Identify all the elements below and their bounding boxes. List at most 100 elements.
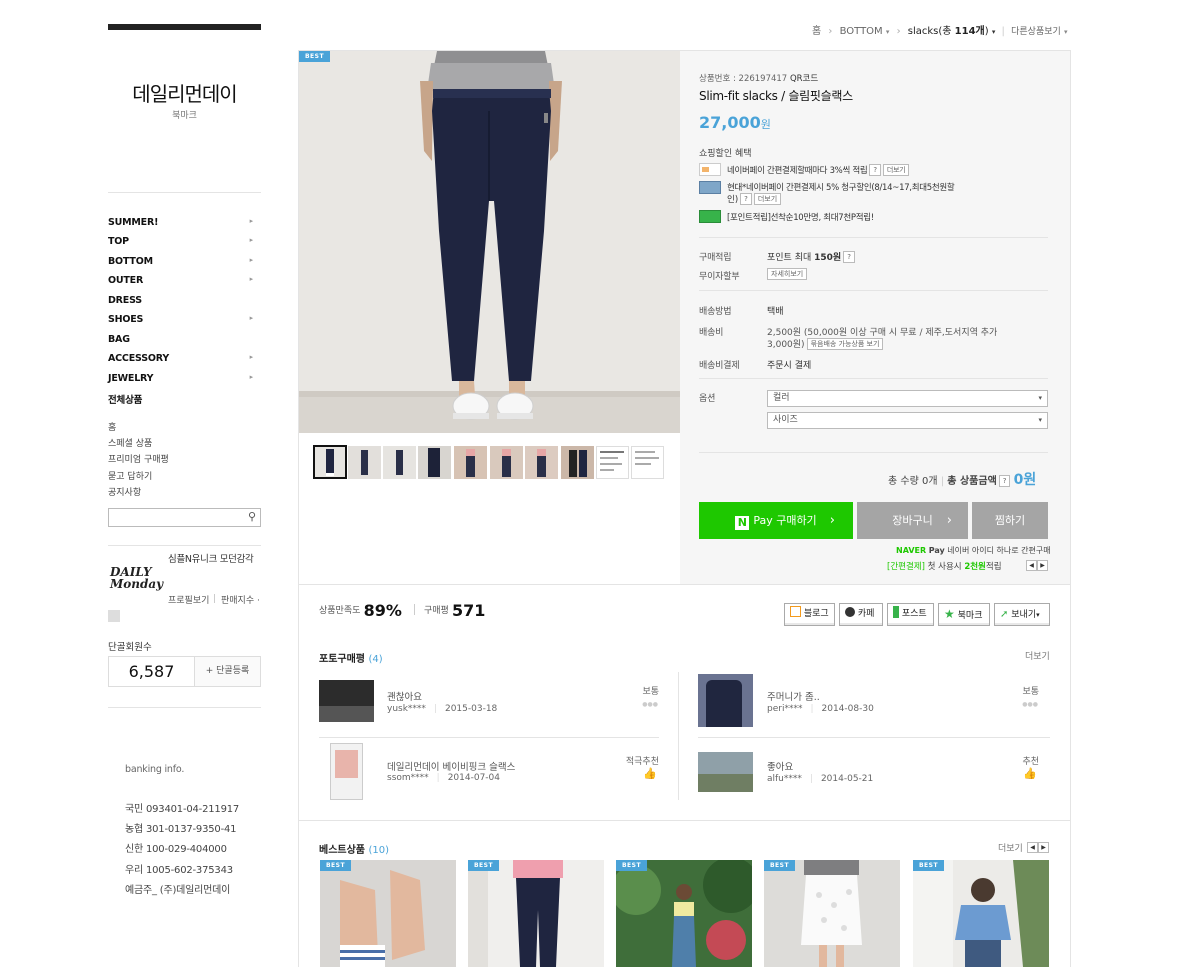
category-dress[interactable]: DRESS — [108, 295, 261, 314]
review-user: yusk**** — [387, 704, 426, 714]
more-button[interactable]: 더보기 — [882, 164, 910, 176]
review-item[interactable]: 좋아요 alfu**** | 2014-05-21 추천 👍 — [698, 752, 1039, 794]
category-summer[interactable]: SUMMER! ▸ — [108, 217, 261, 236]
category-shoes[interactable]: SHOES ▸ — [108, 314, 261, 333]
send-share-button[interactable]: ➚ 보내기▾ — [994, 603, 1050, 626]
nav-home-link[interactable]: 홈 — [108, 420, 116, 433]
bookmark-link[interactable]: 북마크 — [108, 108, 261, 121]
thumbnail-5[interactable] — [454, 446, 487, 479]
category-jewelry[interactable]: JEWELRY ▸ — [108, 373, 261, 392]
bundle-shipping-button[interactable]: 묶음배송 가능상품 보기 — [806, 338, 884, 350]
divider — [678, 672, 679, 800]
profile-logo: DAILY Monday — [110, 566, 163, 590]
thumbnail-4[interactable] — [418, 446, 451, 479]
profile-link[interactable]: 프로필보기 — [168, 593, 209, 606]
help-button[interactable]: ? — [740, 193, 752, 205]
thumbnail-6[interactable] — [490, 446, 523, 479]
product-main-image[interactable]: BEST — [299, 51, 680, 433]
category-accessory[interactable]: ACCESSORY ▸ — [108, 353, 261, 372]
chevron-right-icon: › — [946, 513, 952, 528]
breadcrumb-home[interactable]: 홈 — [812, 26, 821, 37]
best-product-1[interactable]: BEST — [320, 860, 456, 967]
qr-code-link[interactable]: QR코드 — [790, 74, 818, 84]
search-icon[interactable]: ⚲ — [248, 510, 256, 523]
thumb-image — [428, 448, 440, 477]
thumbnail-1[interactable] — [313, 445, 347, 479]
more-button[interactable]: 더보기 — [753, 193, 782, 205]
best-product-5[interactable]: BEST — [913, 860, 1049, 967]
easy-pay-amount: 2천원 — [964, 562, 986, 572]
nav-special-link[interactable]: 스페셜 상품 — [108, 436, 152, 449]
share-label: 북마크 — [957, 611, 983, 621]
breadcrumb-category[interactable]: BOTTOM — [840, 26, 883, 37]
fan-label: 단골회원수 — [108, 642, 152, 653]
post-share-button[interactable]: 포스트 — [887, 603, 934, 626]
nav-premium-review-link[interactable]: 프리미엄 구매평 — [108, 452, 169, 465]
best-products-more[interactable]: 더보기 — [998, 841, 1023, 854]
chevron-down-icon[interactable]: ▾ — [992, 28, 996, 36]
next-arrow-button[interactable]: ▶ — [1038, 842, 1049, 853]
nav-qna-link[interactable]: 묻고 답하기 — [108, 469, 152, 482]
section-count: (10) — [368, 845, 390, 856]
wish-button[interactable]: 찜하기 — [972, 502, 1048, 539]
thumbnail-8[interactable] — [561, 446, 594, 479]
photo-review-title: 포토구매평 (4) — [319, 650, 383, 665]
category-top[interactable]: TOP ▸ — [108, 236, 261, 255]
thumbnail-7[interactable] — [525, 446, 558, 479]
installment-detail-button[interactable]: 자세히보기 — [767, 268, 808, 280]
chevron-down-icon[interactable]: ▾ — [1064, 28, 1068, 36]
review-rating: 보통 — [642, 687, 659, 697]
category-label: JEWELRY — [108, 373, 154, 384]
chevron-down-icon[interactable]: ▾ — [886, 28, 890, 36]
category-outer[interactable]: OUTER ▸ — [108, 275, 261, 294]
thumbnail-9[interactable] — [596, 446, 629, 479]
share-label: 보내기 — [1011, 610, 1037, 620]
chevron-right-icon: › — [896, 26, 901, 37]
benefit-2: 현대*네이버페이 간편결제시 5% 청구할인(8/14~17,최대5천원할 — [727, 181, 955, 193]
category-bottom[interactable]: BOTTOM ▸ — [108, 256, 261, 275]
best-product-3[interactable]: BEST — [616, 860, 752, 967]
color-select[interactable]: 컬러 ▾ — [767, 390, 1048, 407]
sidebar-top-bar — [108, 24, 261, 30]
divider: | — [809, 774, 813, 784]
photo-review-more[interactable]: 더보기 — [1025, 649, 1050, 662]
npay-buy-button[interactable]: N Pay 구매하기 › — [699, 502, 853, 539]
prev-arrow-button[interactable]: ◀ — [1027, 842, 1038, 853]
category-all[interactable]: 전체상품 — [108, 392, 261, 411]
next-arrow-button[interactable]: ▶ — [1037, 560, 1048, 571]
shipping-pay-value: 주문시 결제 — [767, 361, 812, 371]
blog-share-button[interactable]: 블로그 — [784, 603, 835, 626]
review-item[interactable]: 데일리먼데이 베이비핑크 슬랙스 ssom**** | 2014-07-04 적극추… — [319, 743, 659, 801]
breadcrumb-subcategory[interactable]: slacks(총 114개) — [908, 26, 989, 37]
size-select[interactable]: 사이즈 ▾ — [767, 412, 1048, 429]
thumbnail-2[interactable] — [348, 446, 381, 479]
thumbnail-10[interactable] — [631, 446, 664, 479]
cart-button[interactable]: 장바구니 › — [857, 502, 968, 539]
best-product-2[interactable]: BEST — [468, 860, 604, 967]
best-badge: BEST — [299, 51, 330, 62]
category-bag[interactable]: BAG — [108, 334, 261, 353]
search-input[interactable]: ⚲ — [108, 508, 261, 527]
divider — [108, 545, 261, 546]
best-product-4[interactable]: BEST — [764, 860, 900, 967]
review-item[interactable]: 주머니가 좀.. peri**** | 2014-08-30 보통 ●●● — [698, 674, 1039, 728]
review-item[interactable]: 괜찮아요 yusk**** | 2015-03-18 보통 ●●● — [319, 680, 659, 724]
help-button[interactable]: ? — [869, 164, 881, 176]
help-button[interactable]: ? — [998, 475, 1011, 487]
bookmark-share-button[interactable]: ★ 북마크 — [938, 603, 990, 626]
divider: | — [1001, 26, 1005, 37]
nav-notice-link[interactable]: 공지사항 — [108, 485, 141, 498]
divider — [299, 584, 1070, 585]
review-thumb-shade — [319, 706, 374, 722]
fan-register-button[interactable]: + 단골등록 — [195, 657, 260, 686]
total-quantity: 총 수량 0개 — [888, 476, 938, 487]
prev-arrow-button[interactable]: ◀ — [1026, 560, 1037, 571]
naver-brand: NAVER — [896, 546, 927, 555]
cafe-share-button[interactable]: 카페 — [839, 603, 883, 626]
category-label: DRESS — [108, 295, 142, 306]
chevron-right-icon: ▸ — [249, 353, 254, 361]
help-button[interactable]: ? — [843, 251, 855, 263]
shop-logo[interactable]: 데일리먼데이 — [108, 78, 261, 107]
other-products-link[interactable]: 다른상품보기 — [1011, 27, 1061, 37]
thumbnail-3[interactable] — [383, 446, 416, 479]
